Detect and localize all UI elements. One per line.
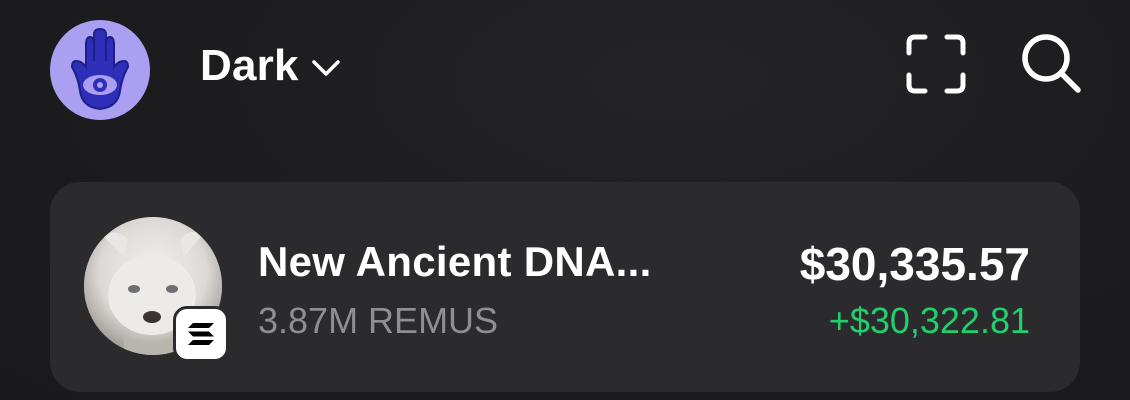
account-avatar[interactable] [50,20,150,120]
wallet-screen: Dark New Ancient DNA... 3.87M REMUS $30,… [0,0,1130,400]
search-icon [1022,34,1081,93]
account-name: Dark [200,41,299,90]
token-value: $30,335.57 [799,238,1030,290]
token-row[interactable]: New Ancient DNA... 3.87M REMUS $30,335.5… [50,182,1080,392]
scan-button[interactable] [903,31,969,97]
account-selector[interactable]: Dark [200,38,343,94]
token-change: +$30,322.81 [828,300,1030,341]
search-button[interactable] [1018,30,1084,96]
chevron-down-icon [309,51,343,85]
solana-icon [173,306,229,362]
hamsa-eye-icon [70,27,130,111]
scan-frame-icon [906,34,966,94]
token-balance: 3.87M REMUS [258,300,499,341]
token-name: New Ancient DNA... [258,238,652,285]
